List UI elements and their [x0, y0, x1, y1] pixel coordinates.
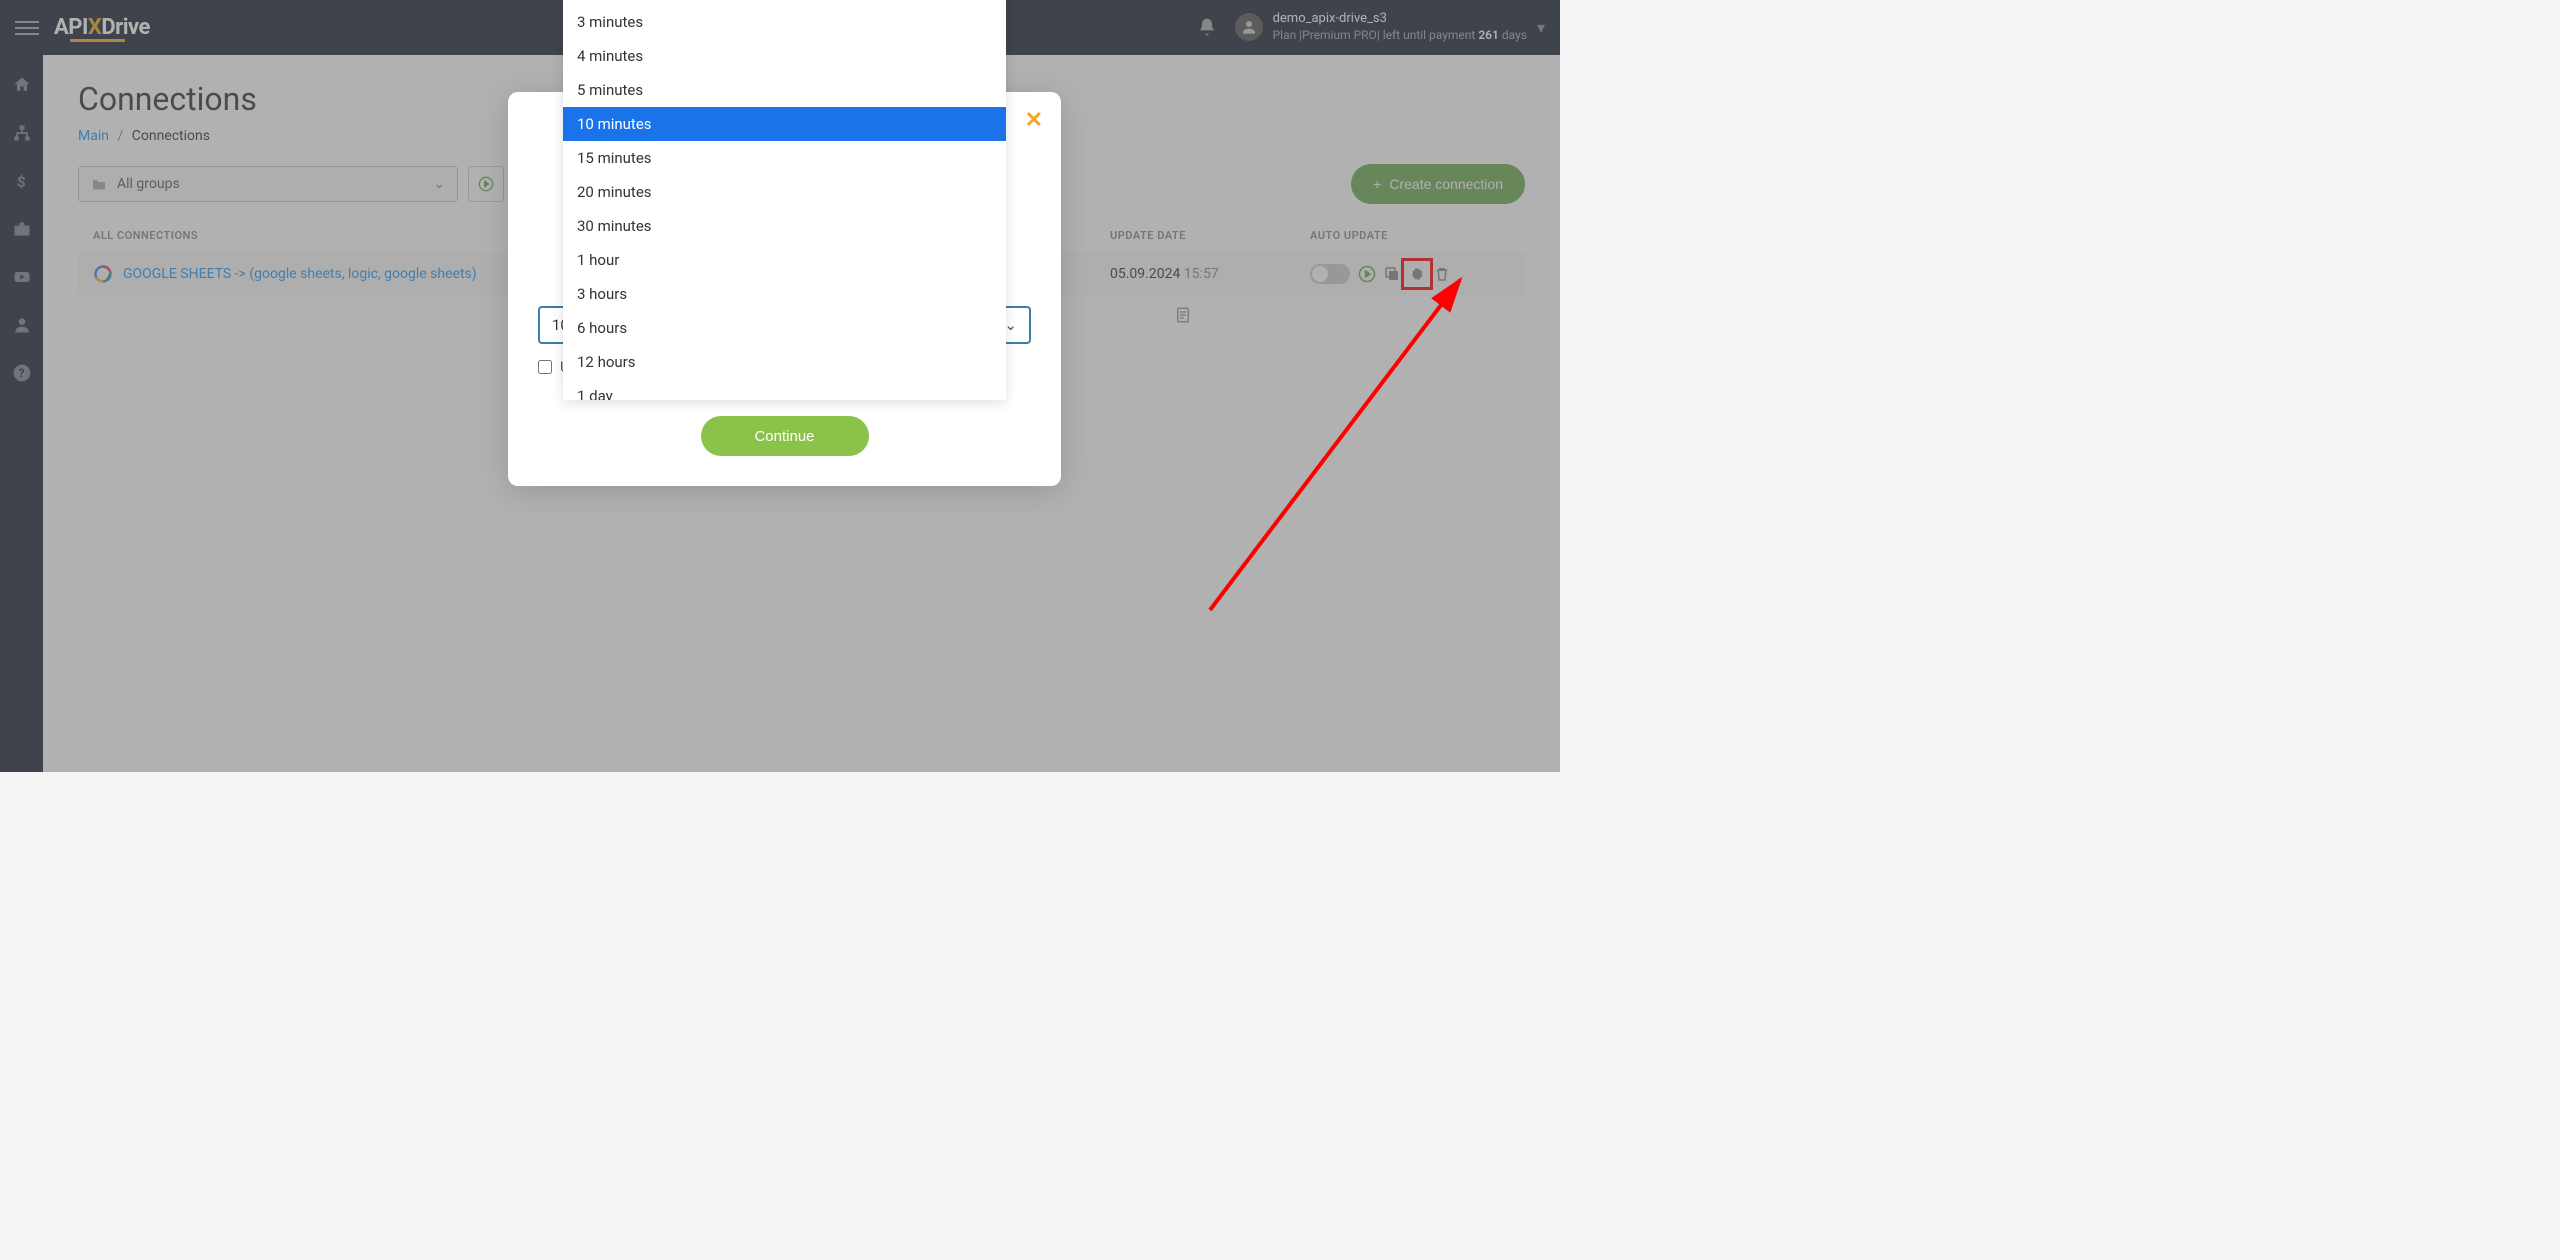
- interval-option[interactable]: 30 minutes: [563, 209, 1006, 243]
- close-icon[interactable]: ✕: [1025, 108, 1043, 133]
- interval-option[interactable]: 5 minutes: [563, 73, 1006, 107]
- interval-option[interactable]: 1 hour: [563, 243, 1006, 277]
- interval-option[interactable]: 3 hours: [563, 277, 1006, 311]
- interval-option[interactable]: 4 minutes: [563, 39, 1006, 73]
- interval-option[interactable]: 15 minutes: [563, 141, 1006, 175]
- interval-option[interactable]: 10 minutes: [563, 107, 1006, 141]
- interval-option[interactable]: 1 day: [563, 379, 1006, 400]
- after-start-checkbox[interactable]: [538, 360, 552, 374]
- continue-button[interactable]: Continue: [701, 416, 869, 456]
- interval-option[interactable]: 12 hours: [563, 345, 1006, 379]
- interval-option[interactable]: 3 minutes: [563, 5, 1006, 39]
- interval-dropdown: 2 minutes3 minutes4 minutes5 minutes10 m…: [563, 0, 1006, 400]
- chevron-down-icon: ⌄: [1004, 316, 1017, 334]
- interval-option[interactable]: 20 minutes: [563, 175, 1006, 209]
- interval-option[interactable]: 6 hours: [563, 311, 1006, 345]
